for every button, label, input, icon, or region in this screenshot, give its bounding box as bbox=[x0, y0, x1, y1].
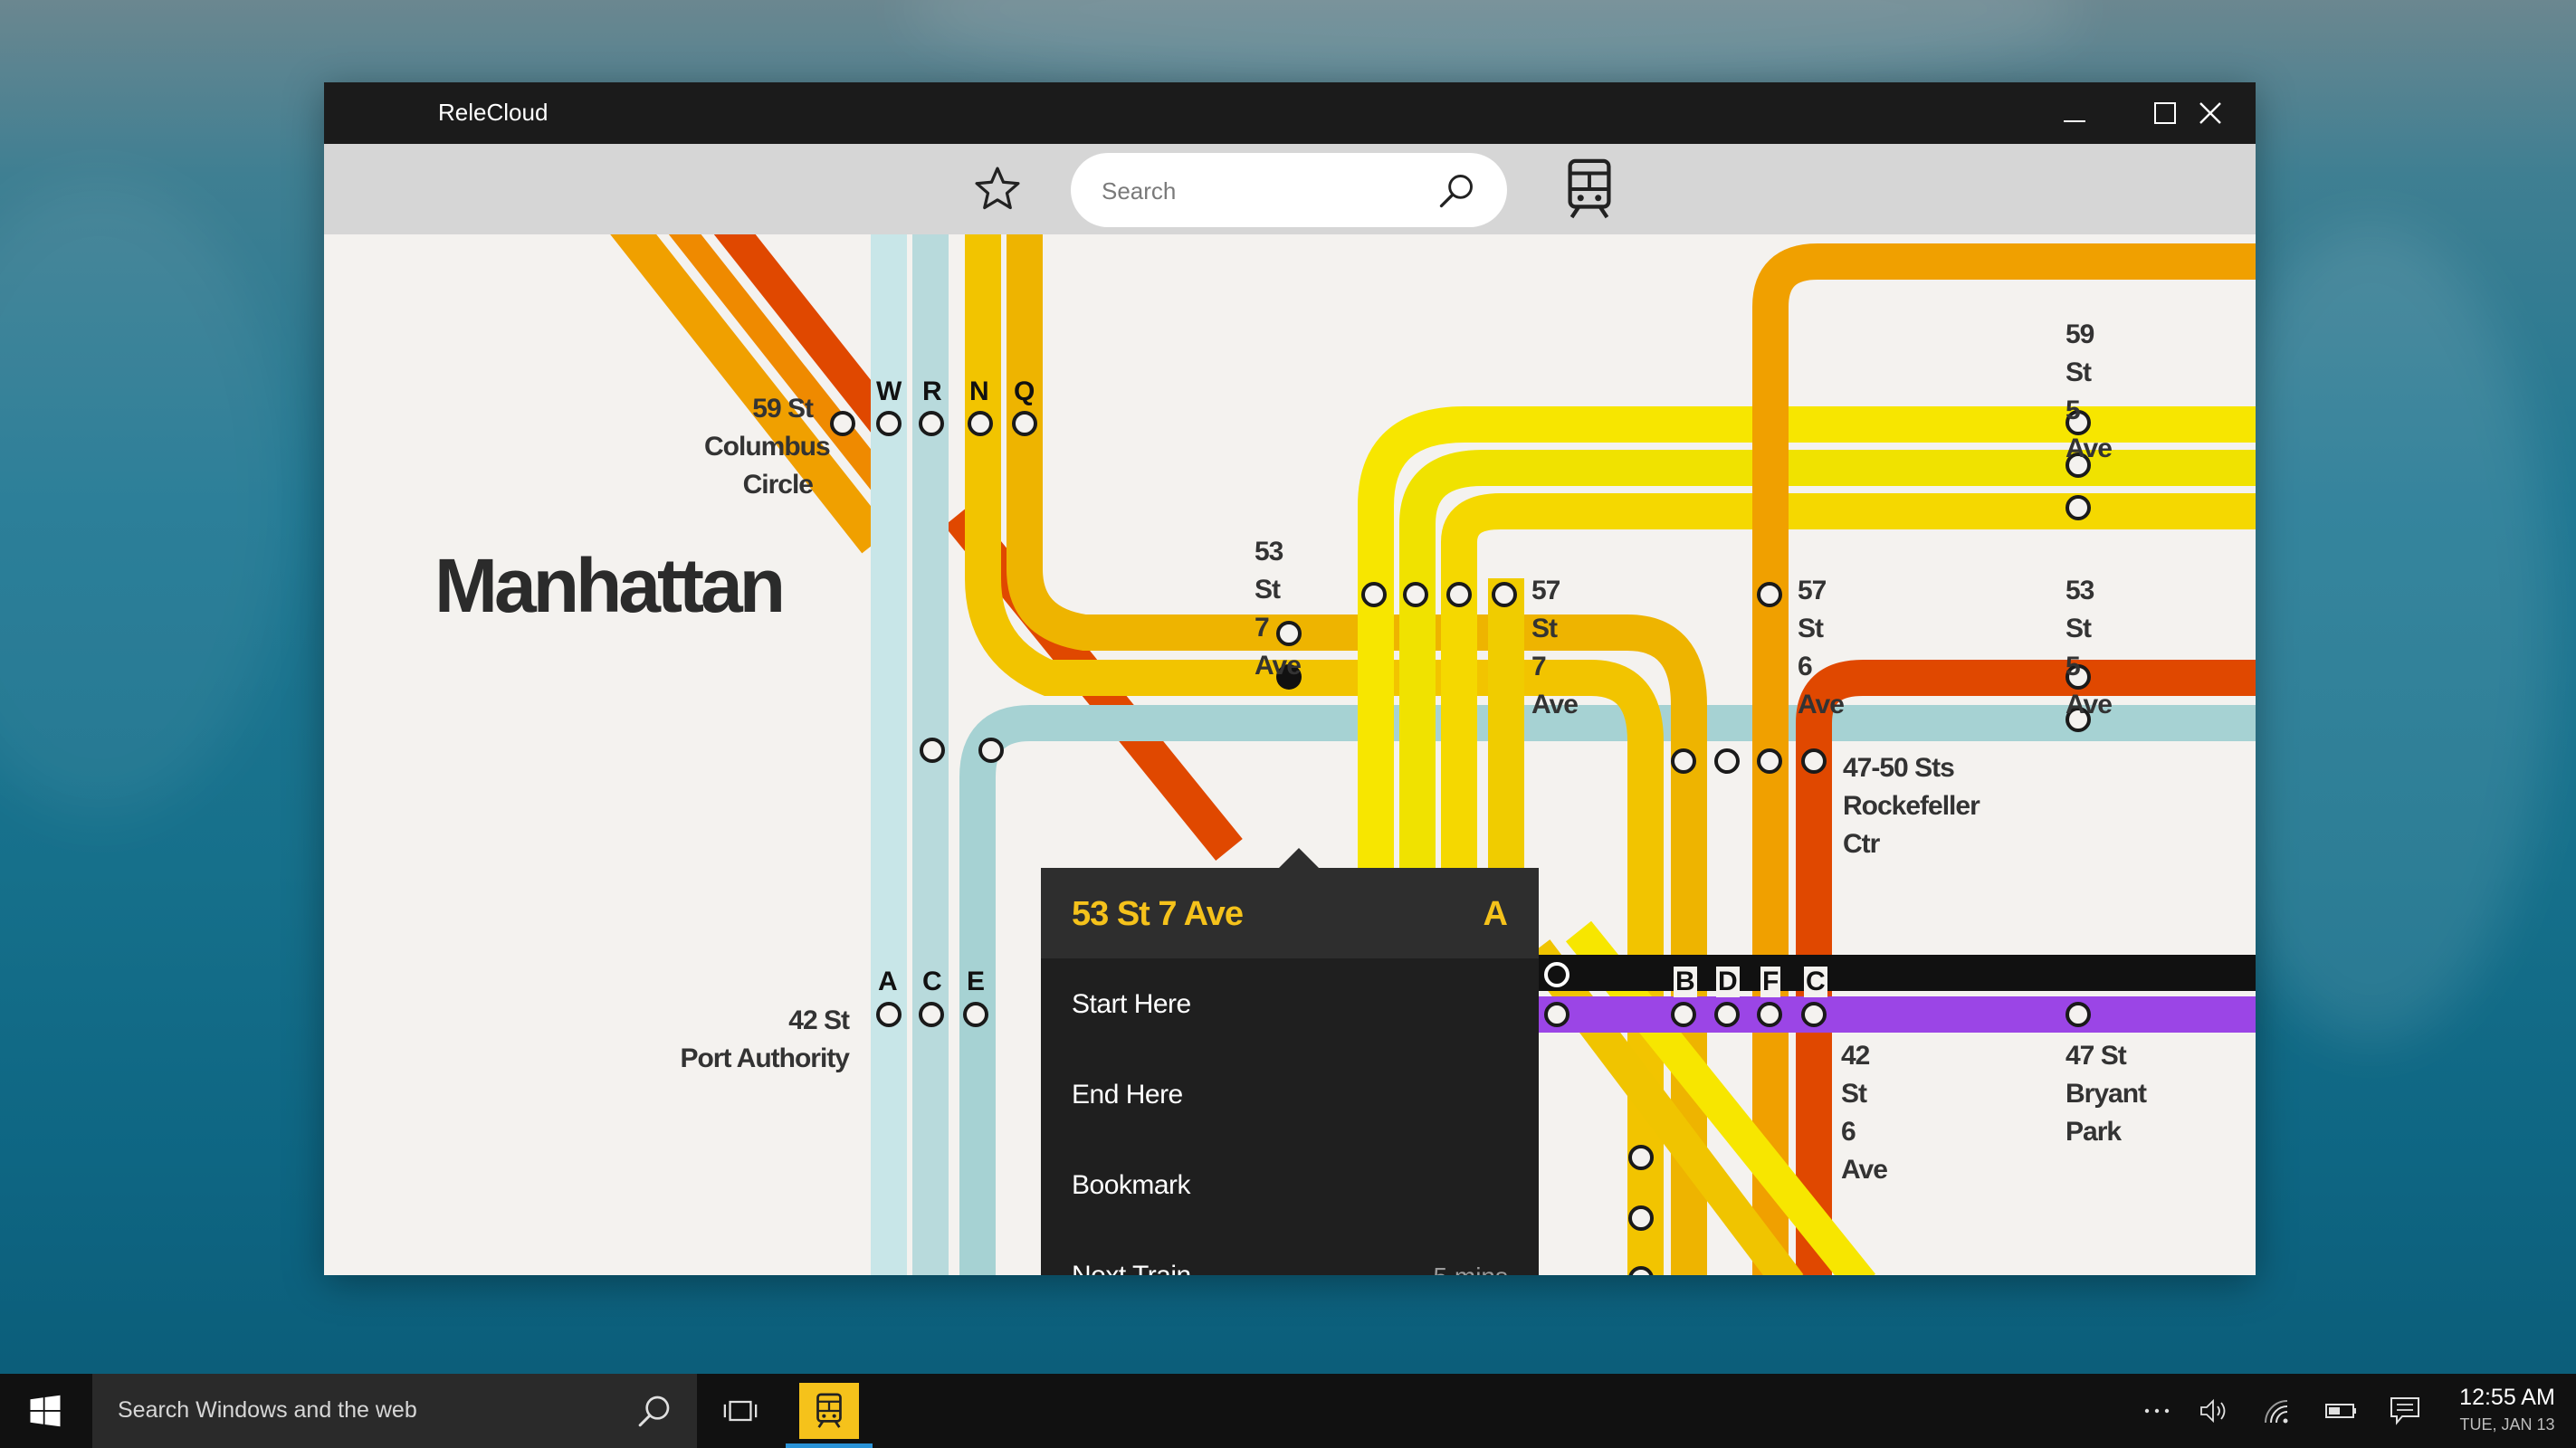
app-window: ReleCloud Search W R N Q A C E B D F C M… bbox=[324, 82, 2256, 1275]
relecloud-taskbar-button[interactable] bbox=[786, 1374, 873, 1448]
line-black bbox=[1537, 955, 2256, 991]
borough-label: Manhattan bbox=[434, 543, 786, 628]
volume-button[interactable] bbox=[2192, 1388, 2237, 1434]
subway-map[interactable]: W R N Q A C E B D F C Manhattan 59 St Co… bbox=[324, 234, 2256, 1275]
wifi-icon bbox=[2265, 1400, 2288, 1424]
menu-item-label: Start Here bbox=[1072, 989, 1191, 1019]
more-icon bbox=[2144, 1408, 2170, 1414]
show-hidden-icons-button[interactable] bbox=[2134, 1388, 2180, 1434]
station-label-port-authority[interactable]: 42 St Port Authority bbox=[650, 1002, 850, 1078]
minimize-button[interactable] bbox=[2029, 82, 2120, 144]
minimize-icon bbox=[2064, 120, 2085, 122]
popup-line-badge: A bbox=[1483, 895, 1508, 933]
task-view-button[interactable] bbox=[713, 1388, 768, 1434]
taskbar-search-text: Search Windows and the web bbox=[118, 1397, 417, 1423]
station-label-rockefeller-ctr[interactable]: 47-50 Sts Rockefeller Ctr bbox=[1843, 749, 1980, 863]
transit-button[interactable] bbox=[1555, 155, 1624, 224]
title-bar: ReleCloud bbox=[324, 82, 2256, 144]
favorites-button[interactable] bbox=[968, 160, 1026, 218]
station-label-57-st-6-ave[interactable]: 57 St 6 Ave bbox=[1798, 572, 1845, 724]
start-here-menu-item[interactable]: Start Here bbox=[1041, 958, 1539, 1049]
task-view-icon bbox=[723, 1400, 758, 1422]
next-train-time: 5 mins bbox=[1434, 1262, 1508, 1275]
close-button[interactable] bbox=[2165, 82, 2256, 144]
line-label-c2: C bbox=[1804, 967, 1827, 997]
line-label-w: W bbox=[876, 376, 902, 406]
line-label-d: D bbox=[1716, 967, 1740, 997]
line-label-n: N bbox=[969, 376, 989, 406]
action-center-icon bbox=[2390, 1397, 2419, 1425]
station-label-53-st-5-ave[interactable]: 53 St 5 Ave bbox=[2066, 572, 2113, 724]
popup-caret bbox=[1279, 848, 1319, 868]
close-icon bbox=[2199, 102, 2221, 124]
menu-item-label: Next Train bbox=[1072, 1261, 1191, 1275]
line-purple bbox=[1537, 996, 2256, 1033]
volume-icon bbox=[2200, 1398, 2226, 1424]
search-input[interactable] bbox=[1100, 153, 1429, 229]
end-here-menu-item[interactable]: End Here bbox=[1041, 1049, 1539, 1139]
toolbar bbox=[324, 144, 2256, 234]
star-icon bbox=[975, 167, 1020, 210]
station-label-59-st-5-ave[interactable]: 59 St 5 Ave bbox=[2066, 316, 2113, 468]
station-popup: 53 St 7 Ave A Start Here End Here Bookma… bbox=[1041, 848, 1539, 1275]
search-icon bbox=[1439, 175, 1473, 208]
line-label-f: F bbox=[1760, 967, 1781, 997]
line-label-e: E bbox=[967, 967, 986, 996]
clock-time: 12:55 AM bbox=[2459, 1385, 2555, 1410]
search-button[interactable] bbox=[1431, 166, 1482, 216]
taskbar-search[interactable]: Search Windows and the web bbox=[92, 1374, 697, 1448]
app-title: ReleCloud bbox=[438, 99, 549, 126]
line-label-c: C bbox=[922, 967, 942, 996]
taskbar: Search Windows and the web 12:55 AM TUE,… bbox=[0, 1374, 2576, 1448]
station-label-57-st-7-ave[interactable]: 57 St 7 Ave bbox=[1531, 572, 1579, 724]
start-button[interactable] bbox=[0, 1374, 91, 1448]
line-label-b: B bbox=[1674, 967, 1697, 997]
station-marker-black-line bbox=[1544, 962, 1569, 987]
station-label-columbus-circle[interactable]: 59 St Columbus Circle bbox=[704, 390, 831, 504]
battery-button[interactable] bbox=[2319, 1388, 2364, 1434]
line-label-q: Q bbox=[1014, 376, 1035, 406]
next-train-menu-item[interactable]: Next Train 5 mins bbox=[1041, 1230, 1539, 1275]
menu-item-label: End Here bbox=[1072, 1080, 1183, 1110]
train-icon bbox=[1568, 158, 1611, 219]
windows-logo-icon bbox=[30, 1395, 61, 1427]
active-app-indicator bbox=[786, 1443, 873, 1448]
action-center-button[interactable] bbox=[2382, 1388, 2428, 1434]
battery-icon bbox=[2325, 1404, 2356, 1418]
train-icon bbox=[816, 1393, 842, 1428]
station-label-bryant-park[interactable]: 47 St Bryant Park bbox=[2066, 1037, 2147, 1151]
clock-date: TUE, JAN 13 bbox=[2459, 1415, 2555, 1434]
search-box bbox=[1071, 153, 1507, 229]
menu-item-label: Bookmark bbox=[1072, 1170, 1191, 1200]
line-label-r: R bbox=[922, 376, 942, 406]
popup-header: 53 St 7 Ave A bbox=[1041, 868, 1539, 958]
line-label-a: A bbox=[878, 967, 898, 996]
bookmark-menu-item[interactable]: Bookmark bbox=[1041, 1139, 1539, 1230]
station-label-42-st-6-ave[interactable]: 42 St 6 Ave bbox=[1841, 1037, 1888, 1189]
search-icon bbox=[638, 1396, 670, 1427]
taskbar-search-button[interactable] bbox=[632, 1388, 677, 1434]
popup-station-name: 53 St 7 Ave bbox=[1072, 895, 1244, 933]
station-label-53-st-7-ave[interactable]: 53 St 7 Ave bbox=[1255, 533, 1302, 685]
network-button[interactable] bbox=[2254, 1388, 2299, 1434]
